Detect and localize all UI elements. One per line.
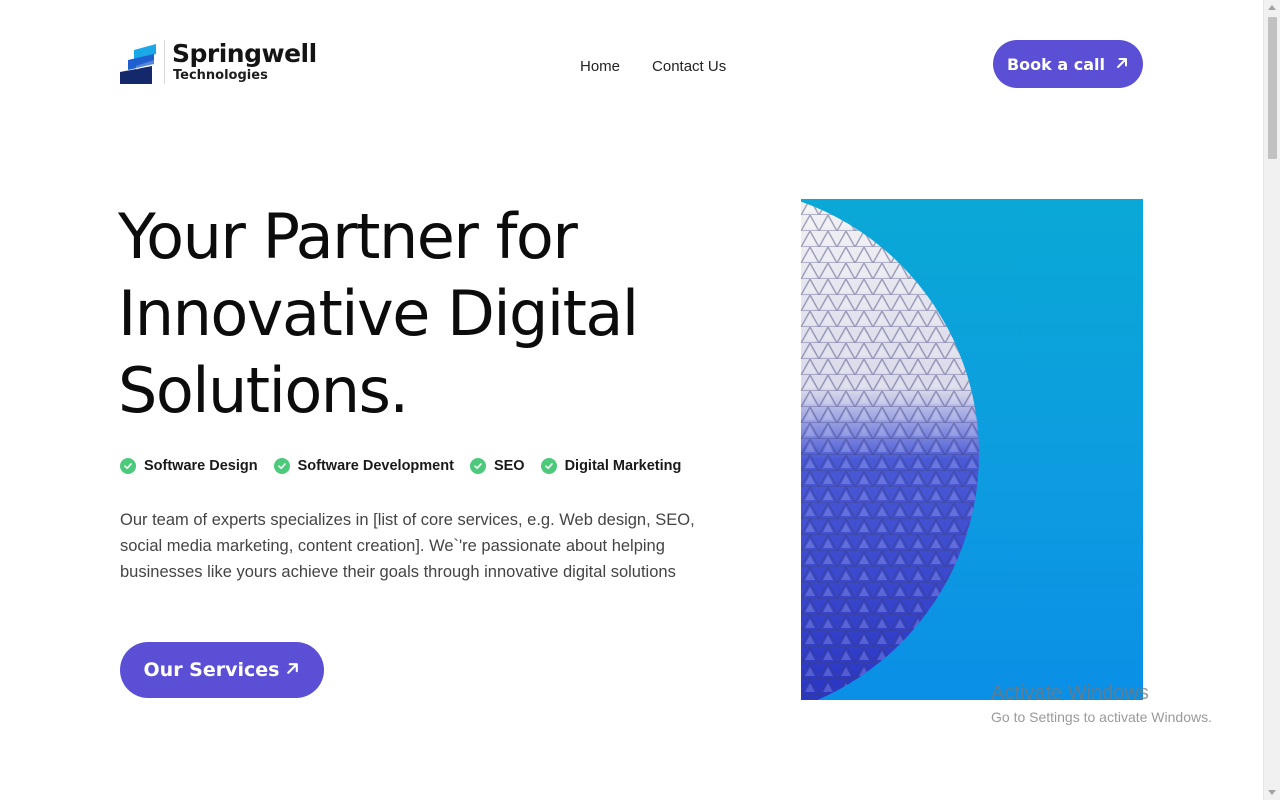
springwell-logo-icon <box>120 40 160 84</box>
feature-label: SEO <box>493 458 525 474</box>
check-circle-icon <box>540 458 557 474</box>
scroll-up-icon[interactable] <box>1268 5 1276 10</box>
feature-item: Software Development <box>273 458 454 474</box>
feature-list: Software Design Software Development SEO… <box>120 458 681 474</box>
feature-label: Software Development <box>297 458 454 474</box>
hero-title-line-1: Your Partner for <box>118 200 578 273</box>
page-scrollbar[interactable] <box>1263 0 1280 800</box>
brand-logo[interactable]: Springwell Technologies <box>120 40 317 84</box>
hero-image <box>801 199 1143 700</box>
arrow-up-right-icon <box>285 659 300 681</box>
our-services-button[interactable]: Our Services <box>120 642 324 698</box>
hero-title: Your Partner for Innovative Digital Solu… <box>118 198 758 429</box>
check-circle-icon <box>469 458 486 474</box>
brand-tagline: Technologies <box>173 68 268 83</box>
feature-item: Software Design <box>120 458 258 474</box>
book-a-call-button[interactable]: Book a call <box>993 40 1143 88</box>
feature-item: SEO <box>469 458 525 474</box>
hero-description: Our team of experts specializes in [list… <box>120 511 695 581</box>
feature-label: Digital Marketing <box>564 458 682 474</box>
book-a-call-label: Book a call <box>1006 54 1105 74</box>
brand-name: Springwell <box>172 39 317 68</box>
nav-contact-link[interactable]: Contact Us <box>652 58 726 75</box>
brand-wordmark: Springwell Technologies <box>164 40 317 84</box>
check-circle-icon <box>120 458 136 474</box>
windows-activation-watermark: Activate Windows Go to Settings to activ… <box>991 681 1212 727</box>
nav-home-link[interactable]: Home <box>580 58 620 75</box>
arrow-up-right-icon <box>1115 55 1129 74</box>
watermark-title: Activate Windows <box>991 682 1149 704</box>
scroll-down-icon[interactable] <box>1268 790 1276 795</box>
scrollbar-thumb[interactable] <box>1268 17 1277 159</box>
main-nav: Home Contact Us <box>580 58 726 75</box>
our-services-label: Our Services <box>143 659 280 681</box>
watermark-subtitle: Go to Settings to activate Windows. <box>991 709 1212 725</box>
hero-title-line-2: Innovative Digital <box>118 277 639 350</box>
hero-title-line-3: Solutions. <box>118 354 409 427</box>
feature-item: Digital Marketing <box>540 458 682 474</box>
check-circle-icon <box>273 458 290 474</box>
feature-label: Software Design <box>144 458 258 474</box>
